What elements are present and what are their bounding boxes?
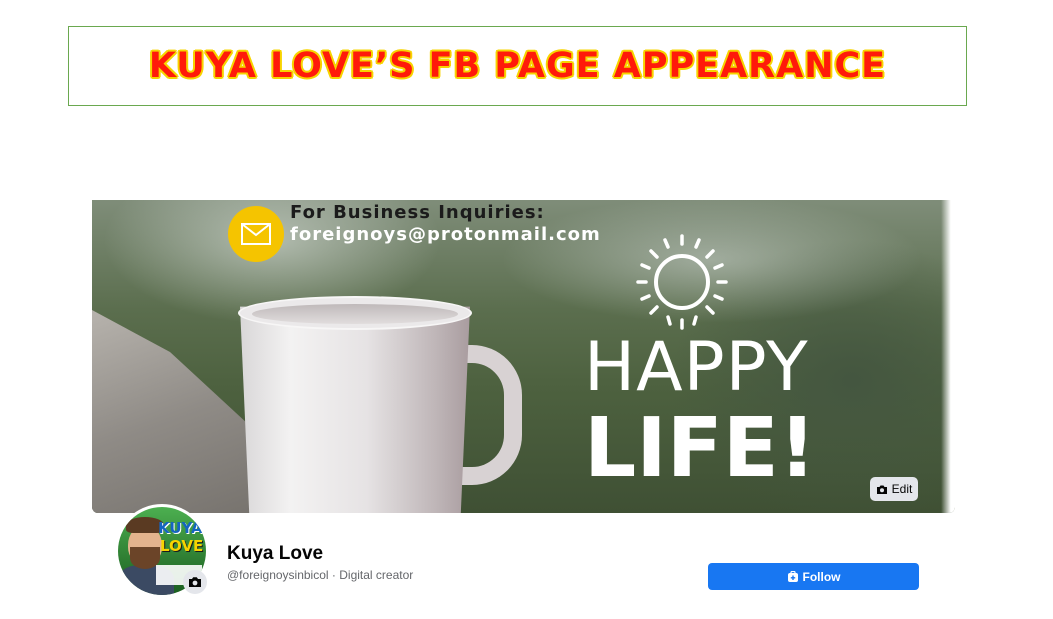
business-label: For Business Inquiries: <box>290 202 545 223</box>
mail-icon <box>228 206 284 262</box>
business-email: foreignoys@protonmail.com <box>290 224 601 245</box>
camera-icon <box>189 577 201 587</box>
page-title: KUYA LOVE’S FB PAGE APPEARANCE <box>148 46 887 86</box>
coffee-mug <box>240 306 470 513</box>
cover-photo: For Business Inquiries: foreignoys@proto… <box>92 200 955 513</box>
title-banner: KUYA LOVE’S FB PAGE APPEARANCE <box>68 26 967 106</box>
avatar-logo-text-bottom: LOVE <box>160 537 204 555</box>
follow-label: Follow <box>802 569 841 584</box>
update-photo-button[interactable] <box>183 570 207 594</box>
profile-subtitle: @foreignoysinbicol · Digital creator <box>227 568 414 582</box>
profile-name: Kuya Love <box>227 543 324 564</box>
edit-label: Edit <box>891 482 913 496</box>
follow-button[interactable]: Follow <box>708 563 919 590</box>
camera-icon <box>876 485 887 494</box>
edit-cover-button[interactable]: Edit <box>870 477 918 501</box>
avatar-logo-text-top: KUYA <box>158 519 203 537</box>
headline-life: LIFE! <box>584 401 817 496</box>
mug-inside <box>252 304 458 324</box>
cover-fade <box>941 200 955 513</box>
headline-happy: HAPPY <box>584 328 809 407</box>
sun-icon <box>636 234 728 330</box>
follow-icon <box>787 570 798 582</box>
